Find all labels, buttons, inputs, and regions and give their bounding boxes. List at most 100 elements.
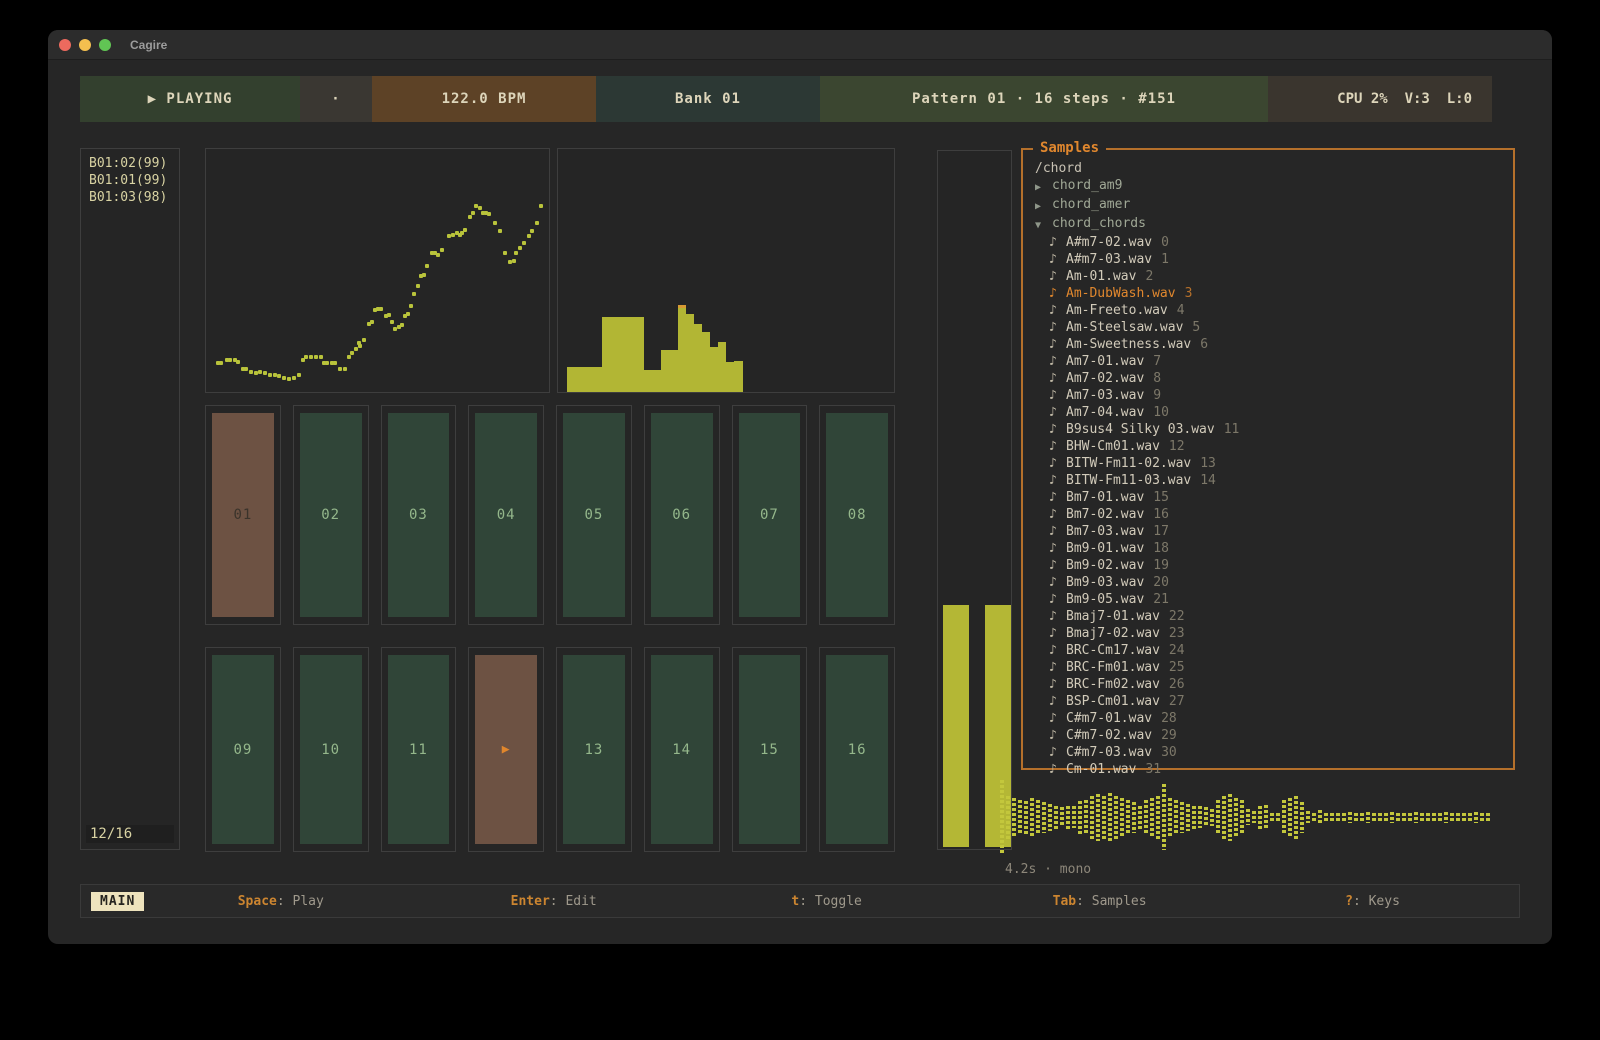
sample-file-row[interactable]: ♪ BITW-Fm11-02.wav 13 — [1035, 455, 1513, 472]
sample-index: 9 — [1153, 387, 1161, 404]
voice-activity-panel: B01:02(99) B01:01(99) B01:03(98) 12/16 — [80, 148, 180, 850]
voice-entry: B01:03(98) — [89, 189, 171, 206]
folder-row[interactable]: ▶ chord_am9 — [1035, 177, 1513, 196]
sample-index: 6 — [1200, 336, 1208, 353]
sample-file-row[interactable]: ♪ C#m7-03.wav 30 — [1035, 744, 1513, 761]
pad-button[interactable]: 10 — [300, 655, 362, 844]
music-note-icon: ♪ — [1049, 625, 1066, 642]
music-note-icon: ♪ — [1049, 761, 1066, 778]
pad-cell: 13 — [556, 647, 632, 852]
sample-file-name: BITW-Fm11-02.wav — [1066, 455, 1191, 472]
sample-file-row[interactable]: ♪ Am-Steelsaw.wav 5 — [1035, 319, 1513, 336]
key-hint: Enter: Edit — [417, 894, 690, 909]
sample-file-row[interactable]: ♪ C#m7-01.wav 28 — [1035, 710, 1513, 727]
pad-cell: 04 — [468, 405, 544, 625]
sample-file-row[interactable]: ♪ Bm9-05.wav 21 — [1035, 591, 1513, 608]
pad-button[interactable]: 14 — [651, 655, 713, 844]
pad-button[interactable]: 15 — [739, 655, 801, 844]
sample-file-row[interactable]: ♪ Bm7-02.wav 16 — [1035, 506, 1513, 523]
sample-file-row[interactable]: ♪ Am-DubWash.wav 3 — [1035, 285, 1513, 302]
sample-file-row[interactable]: ♪ Am7-04.wav 10 — [1035, 404, 1513, 421]
sample-file-name: Bm7-02.wav — [1066, 506, 1144, 523]
sample-index: 18 — [1153, 540, 1169, 557]
sample-file-row[interactable]: ♪ Am-Freeto.wav 4 — [1035, 302, 1513, 319]
sample-file-row[interactable]: ♪ Bmaj7-01.wav 22 — [1035, 608, 1513, 625]
pad-button[interactable]: 05 — [563, 413, 625, 617]
sample-file-row[interactable]: ♪ Bm7-03.wav 17 — [1035, 523, 1513, 540]
sample-file-row[interactable]: ♪ BSP-Cm01.wav 27 — [1035, 693, 1513, 710]
pad-button[interactable]: 07 — [739, 413, 801, 617]
minimize-window-button[interactable] — [79, 39, 91, 51]
sample-file-row[interactable]: ♪ Bm9-02.wav 19 — [1035, 557, 1513, 574]
status-segment: ▶ PLAYING — [80, 76, 300, 122]
sample-file-name: Am-Sweetness.wav — [1066, 336, 1191, 353]
sample-index: 15 — [1153, 489, 1169, 506]
sample-file-name: Cm-01.wav — [1066, 761, 1136, 778]
key-hint: t: Toggle — [690, 894, 963, 909]
music-note-icon: ♪ — [1049, 404, 1066, 421]
sample-file-name: C#m7-02.wav — [1066, 727, 1152, 744]
pad-button[interactable]: 13 — [563, 655, 625, 844]
folder-row[interactable]: ▼ chord_chords — [1035, 215, 1513, 234]
pad-button[interactable]: 04 — [475, 413, 537, 617]
pad-button[interactable]: 06 — [651, 413, 713, 617]
music-note-icon: ♪ — [1049, 557, 1066, 574]
pad-button[interactable]: 11 — [388, 655, 450, 844]
sample-file-row[interactable]: ♪ BITW-Fm11-03.wav 14 — [1035, 472, 1513, 489]
sample-index: 3 — [1185, 285, 1193, 302]
close-window-button[interactable] — [59, 39, 71, 51]
music-note-icon: ♪ — [1049, 523, 1066, 540]
level-meter-bar — [943, 605, 969, 847]
pad-button[interactable]: 16 — [826, 655, 888, 844]
music-note-icon: ♪ — [1049, 234, 1066, 251]
pad-button[interactable]: 03 — [388, 413, 450, 617]
key-hint: Tab: Samples — [963, 894, 1236, 909]
sample-file-row[interactable]: ♪ Am7-03.wav 9 — [1035, 387, 1513, 404]
sample-file-row[interactable]: ♪ BRC-Fm01.wav 25 — [1035, 659, 1513, 676]
screen: Cagire ▶ PLAYING · 122.0 BPM Bank 01 Pat… — [0, 0, 1600, 1040]
sample-file-row[interactable]: ♪ Am-01.wav 2 — [1035, 268, 1513, 285]
pad-button[interactable]: ▶ — [475, 655, 537, 844]
sample-file-list: ♪ A#m7-02.wav 0 ♪ A#m7-03.wav 1 ♪ Am-01.… — [1035, 234, 1513, 778]
current-directory: /chord — [1035, 160, 1513, 177]
sample-file-row[interactable]: ♪ Bm9-01.wav 18 — [1035, 540, 1513, 557]
pad-button[interactable]: 02 — [300, 413, 362, 617]
pad-button[interactable]: 08 — [826, 413, 888, 617]
sample-file-row[interactable]: ♪ A#m7-03.wav 1 — [1035, 251, 1513, 268]
pad-cell: 10 — [293, 647, 369, 852]
sample-file-row[interactable]: ♪ Cm-01.wav 31 — [1035, 761, 1513, 778]
status-segment: CPU 2% V:3 L:0 — [1268, 76, 1492, 122]
folder-name: chord_amer — [1052, 196, 1130, 215]
sample-index: 8 — [1153, 370, 1161, 387]
sample-file-row[interactable]: ♪ Bm7-01.wav 15 — [1035, 489, 1513, 506]
sample-index: 19 — [1153, 557, 1169, 574]
music-note-icon: ♪ — [1049, 370, 1066, 387]
sample-index: 27 — [1169, 693, 1185, 710]
key-name: Space — [238, 894, 277, 909]
pad-button[interactable]: 09 — [212, 655, 274, 844]
status-segment: Pattern 01 · 16 steps · #151 — [820, 76, 1268, 122]
sample-file-row[interactable]: ♪ Am7-01.wav 7 — [1035, 353, 1513, 370]
sample-file-name: Am7-04.wav — [1066, 404, 1144, 421]
zoom-window-button[interactable] — [99, 39, 111, 51]
sample-file-row[interactable]: ♪ Am7-02.wav 8 — [1035, 370, 1513, 387]
sample-file-row[interactable]: ♪ BRC-Cm17.wav 24 — [1035, 642, 1513, 659]
pad-cell: 11 — [381, 647, 457, 852]
pad-cell: 01 — [205, 405, 281, 625]
folder-row[interactable]: ▶ chord_amer — [1035, 196, 1513, 215]
pad-button[interactable]: 01 — [212, 413, 274, 617]
music-note-icon: ♪ — [1049, 693, 1066, 710]
transport-status-bar: ▶ PLAYING · 122.0 BPM Bank 01 Pattern 01… — [80, 76, 1492, 122]
sample-file-row[interactable]: ♪ BRC-Fm02.wav 26 — [1035, 676, 1513, 693]
sample-file-row[interactable]: ♪ Bm9-03.wav 20 — [1035, 574, 1513, 591]
sample-file-row[interactable]: ♪ Am-Sweetness.wav 6 — [1035, 336, 1513, 353]
music-note-icon: ♪ — [1049, 591, 1066, 608]
sample-file-row[interactable]: ♪ BHW-Cm01.wav 12 — [1035, 438, 1513, 455]
voice-entry: B01:02(99) — [89, 155, 171, 172]
sample-file-row[interactable]: ♪ C#m7-02.wav 29 — [1035, 727, 1513, 744]
sample-file-row[interactable]: ♪ A#m7-02.wav 0 — [1035, 234, 1513, 251]
folder-tree: ▶ chord_am9 ▶ chord_amer ▼ chord_chords — [1035, 177, 1513, 234]
sample-file-name: B9sus4 Silky 03.wav — [1066, 421, 1215, 438]
sample-file-row[interactable]: ♪ Bmaj7-02.wav 23 — [1035, 625, 1513, 642]
sample-file-row[interactable]: ♪ B9sus4 Silky 03.wav 11 — [1035, 421, 1513, 438]
